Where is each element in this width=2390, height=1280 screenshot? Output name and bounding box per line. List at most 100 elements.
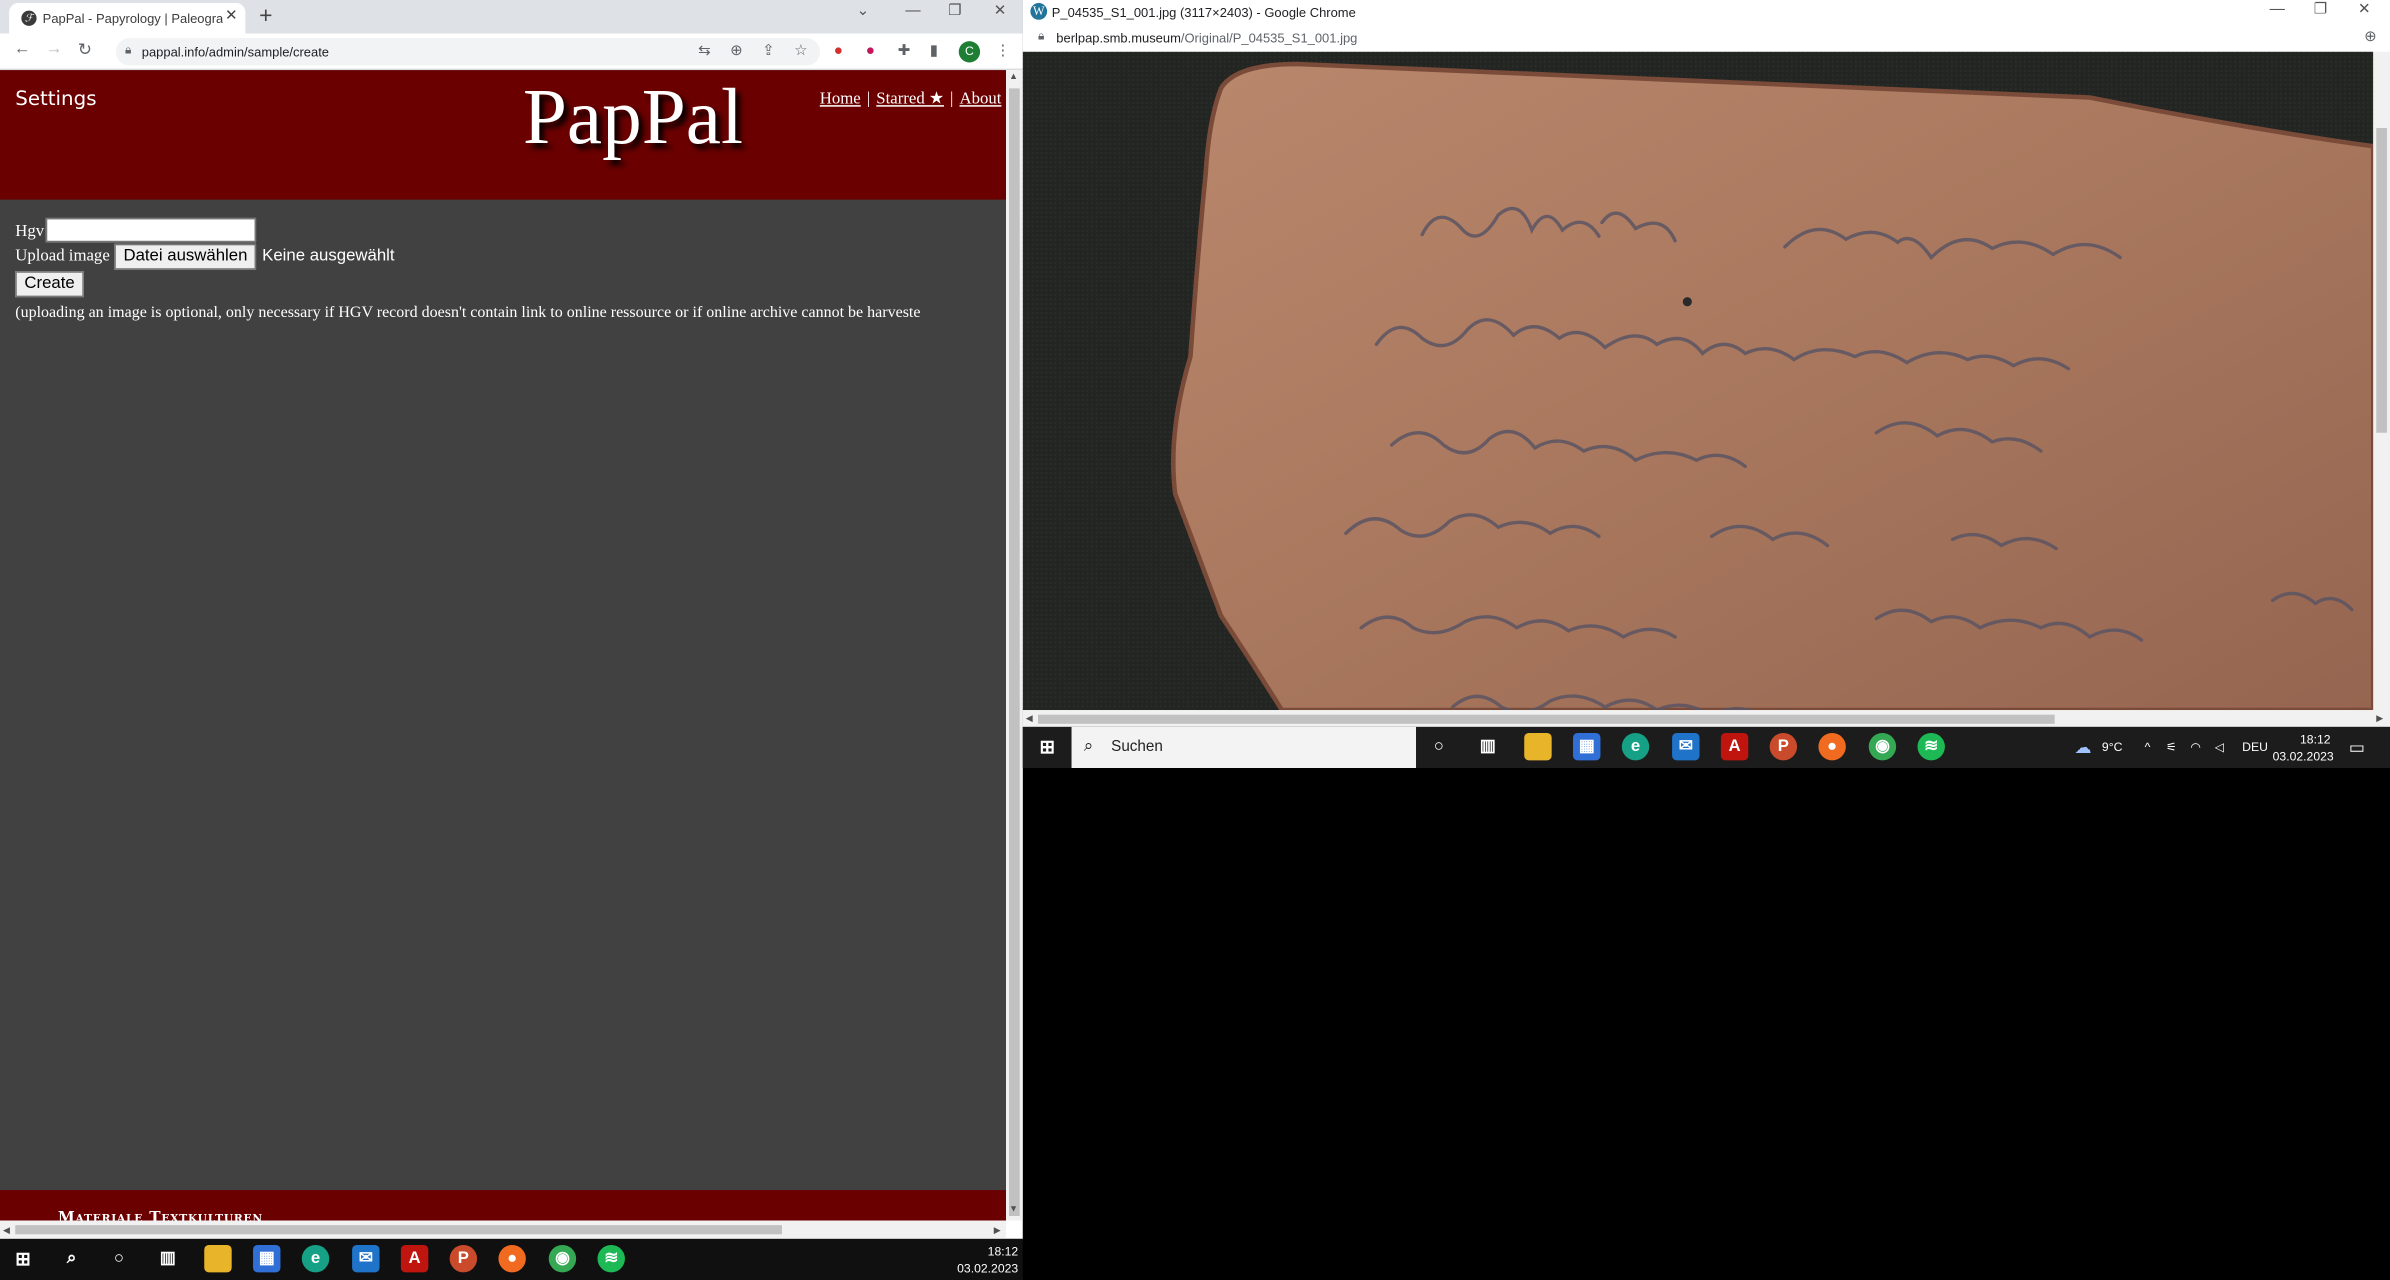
zoom-icon[interactable]: ⊕ [2364,29,2377,47]
weather-temperature[interactable]: 9°C [2102,741,2122,755]
reload-icon[interactable]: ↻ [78,40,92,59]
cortana-icon[interactable]: ○ [105,1245,132,1272]
scrollbar-thumb[interactable] [1038,714,2055,724]
papyrus-image[interactable] [1022,51,2374,711]
create-button[interactable]: Create [15,271,84,298]
task-view-icon[interactable]: ▥ [1474,733,1501,760]
scroll-right-icon[interactable]: ▶ [994,1225,1001,1236]
scrollbar-thumb[interactable] [15,1225,782,1235]
spotify-icon[interactable]: ≋ [597,1244,625,1273]
taskbar-clock[interactable]: 18:12 03.02.2023 [2273,731,2334,765]
scrollbar-thumb[interactable] [2376,128,2387,433]
popup-address-bar[interactable]: 🔒︎ berlpap.smb.museum/Original/P_04535_S… [1022,24,2390,52]
left-taskbar: ⊞ ⌕ ○ ▥ ▦ e ✉ A P ● ◉ ≋ 18:12 03.02.2023 [0,1238,1023,1280]
menu-kebab-icon[interactable]: ⋮ [995,43,1010,61]
firefox-icon[interactable]: ● [1818,732,1846,761]
new-tab-icon[interactable]: + [259,3,272,29]
task-view-icon[interactable]: ▥ [154,1245,181,1272]
image-horizontal-scrollbar[interactable]: ◀ ▶ [1022,710,2390,727]
mail-icon[interactable]: ✉ [1672,732,1700,761]
scroll-right-icon[interactable]: ▶ [2376,713,2383,724]
search-icon[interactable]: ⌕ [58,1245,85,1272]
windows-start-icon[interactable]: ⊞ [9,1245,36,1272]
restore-icon[interactable]: ❐ [948,3,962,20]
desktop: ℱ PapPal - Papyrology | Paleograph ✕ + ⌄… [0,0,2390,1280]
nav-about-link[interactable]: About [960,90,1002,108]
close-window-icon[interactable]: ✕ [2358,2,2371,19]
scroll-left-icon[interactable]: ◀ [3,1225,10,1236]
volume-icon[interactable]: ◁ [2215,741,2224,755]
taskbar-search-box[interactable]: ⌕ Suchen [1071,726,1417,769]
edge-icon[interactable]: e [301,1244,330,1273]
translate-icon[interactable]: ⇆ [698,43,711,61]
chrome-icon[interactable]: ◉ [548,1244,577,1273]
acrobat-icon[interactable]: A [1720,732,1749,761]
side-panel-icon[interactable]: ▮ [930,43,938,61]
share-icon[interactable]: ⇪ [762,43,775,61]
mail-icon[interactable]: ✉ [352,1244,380,1273]
weather-cloud-icon[interactable]: ☁ [2074,738,2091,757]
minimize-icon[interactable]: — [905,3,920,20]
powerpoint-icon[interactable]: P [449,1244,478,1273]
store-icon[interactable]: ▦ [253,1244,281,1273]
taskbar-clock[interactable]: 18:12 03.02.2023 [945,1243,1018,1277]
upload-label: Upload image [15,246,110,266]
forward-icon[interactable]: → [46,40,63,58]
scrollbar-thumb[interactable] [1009,88,1020,1217]
back-icon[interactable]: ← [14,40,31,58]
pappal-logo[interactable]: PapPal [523,73,743,163]
clock-date: 03.02.2023 [957,1261,1019,1276]
settings-title: Settings [15,88,97,112]
bookmark-star-icon[interactable]: ☆ [794,43,808,61]
extension-red-icon[interactable]: ● [834,43,843,61]
close-window-icon[interactable]: ✕ [994,3,1007,20]
acrobat-icon[interactable]: A [400,1244,429,1273]
nav-home-link[interactable]: Home [820,90,861,108]
network-icon[interactable]: ⚟ [2166,741,2177,755]
image-vertical-scrollbar[interactable] [2373,51,2390,711]
wifi-icon[interactable]: ◠ [2190,741,2201,755]
clock-time: 18:12 [2300,732,2331,747]
nav-starred-link[interactable]: Starred ★ [876,90,944,108]
url-field[interactable]: 🔒︎ pappal.info/admin/sample/create [115,38,821,66]
hgv-input[interactable] [45,217,257,243]
search-icon: ⌕ [1083,737,1094,756]
upload-note: (uploading an image is optional, only ne… [15,304,921,322]
page-vertical-scrollbar[interactable]: ▲ ▼ [1005,70,1023,1221]
file-explorer-icon[interactable] [1524,732,1552,761]
restore-icon[interactable]: ❐ [2314,2,2328,19]
window-title: P_04535_S1_001.jpg (3117×2403) - Google … [1051,4,1356,20]
windows-start-icon[interactable]: ⊞ [1033,733,1060,760]
zoom-icon[interactable]: ⊕ [730,43,743,61]
nav-separator: | [866,89,871,109]
tab-pappal[interactable]: ℱ PapPal - Papyrology | Paleograph ✕ [9,3,246,34]
left-browser-window: ℱ PapPal - Papyrology | Paleograph ✕ + ⌄… [0,0,1023,1239]
scroll-down-icon[interactable]: ▼ [1009,1205,1018,1214]
spotify-icon[interactable]: ≋ [1917,732,1945,761]
notification-icon[interactable]: ▭ [2349,738,2365,757]
tray-chevron-icon[interactable]: ^ [2145,741,2151,755]
choose-file-button[interactable]: Datei auswählen [114,243,257,270]
cortana-icon[interactable]: ○ [1425,733,1452,760]
minimize-icon[interactable]: — [2270,2,2285,19]
extension-pink-icon[interactable]: ● [866,43,875,61]
store-icon[interactable]: ▦ [1573,732,1601,761]
scroll-up-icon[interactable]: ▲ [1009,73,1018,82]
scroll-left-icon[interactable]: ◀ [1026,713,1033,724]
language-indicator[interactable]: DEU [2242,741,2268,755]
file-explorer-icon[interactable] [204,1244,232,1273]
edge-icon[interactable]: e [1621,732,1650,761]
profile-avatar[interactable]: C [958,41,981,63]
firefox-icon[interactable]: ● [498,1244,526,1273]
tab-close-icon[interactable]: ✕ [225,8,238,25]
hgv-label: Hgv [15,222,45,241]
no-file-text: Keine ausgewählt [262,246,395,266]
wordpress-favicon-icon: W [1030,3,1048,20]
tab-title: PapPal - Papyrology | Paleograph [42,10,223,26]
extensions-puzzle-icon[interactable]: ✚ [898,43,911,61]
nav-separator: | [950,89,954,109]
page-horizontal-scrollbar[interactable]: ◀ ▶ [0,1220,1006,1239]
chrome-icon[interactable]: ◉ [1868,732,1897,761]
powerpoint-icon[interactable]: P [1769,732,1798,761]
tab-search-icon[interactable]: ⌄ [857,3,870,20]
